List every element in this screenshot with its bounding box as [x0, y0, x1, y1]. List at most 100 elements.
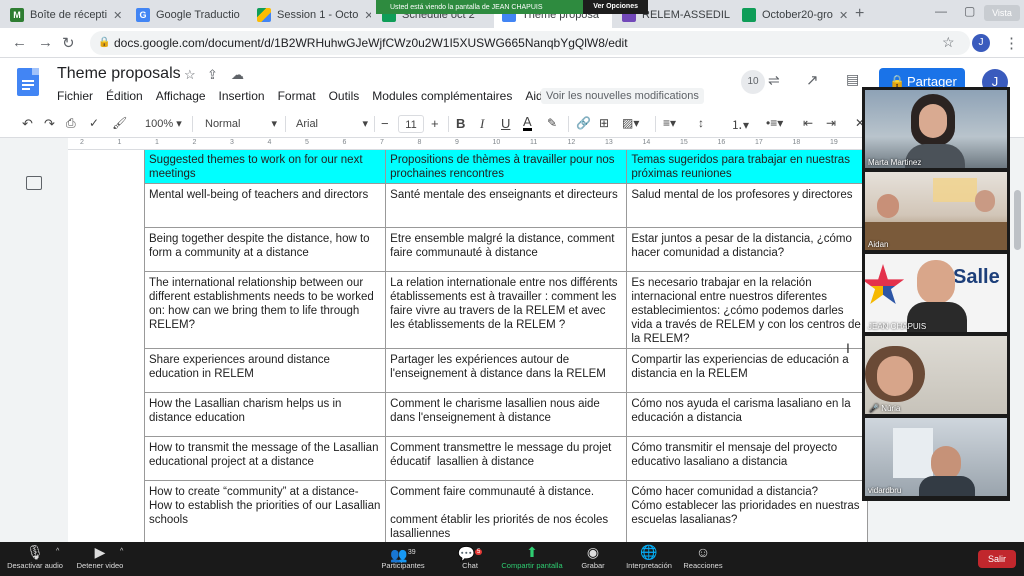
- url-field[interactable]: 🔒 docs.google.com/document/d/1B2WRHuhwGJ…: [90, 31, 970, 55]
- bulleted-list-icon[interactable]: •≡▾: [766, 116, 783, 130]
- back-arrow-icon[interactable]: ←: [12, 34, 27, 51]
- leave-meeting-button[interactable]: Salir: [978, 550, 1016, 568]
- menu-view[interactable]: Affichage: [156, 89, 206, 103]
- paint-format-icon[interactable]: 🖌: [112, 116, 127, 130]
- underline-icon[interactable]: U: [501, 116, 510, 131]
- font-select[interactable]: Arial ▾: [296, 115, 368, 133]
- menu-file[interactable]: Fichier: [57, 89, 93, 103]
- star-icon[interactable]: ☆: [184, 67, 196, 83]
- spellcheck-icon[interactable]: ✓: [89, 116, 99, 130]
- interpretation-button[interactable]: 🌐 Interpretación: [622, 544, 676, 570]
- participant-video-tile[interactable]: Marta Martinez: [865, 90, 1007, 168]
- table-cell[interactable]: Salud mental de los profesores y directo…: [626, 183, 868, 228]
- table-cell[interactable]: Cómo nos ayuda el carisma lasaliano en l…: [626, 392, 868, 437]
- move-folder-icon[interactable]: ⇪: [207, 67, 218, 83]
- insert-link-icon[interactable]: 🔗: [576, 116, 591, 130]
- close-tab-icon[interactable]: ✕: [364, 9, 371, 22]
- table-cell[interactable]: Share experiences around distance educat…: [143, 348, 387, 393]
- browser-tab[interactable]: G Google Traductio ✕: [128, 2, 246, 28]
- numbered-list-icon[interactable]: ⒈▾: [731, 116, 749, 133]
- menu-edit[interactable]: Édition: [106, 89, 143, 103]
- table-cell[interactable]: Estar juntos a pesar de la distancia, ¿c…: [626, 227, 868, 272]
- decrease-font-size-icon[interactable]: −: [381, 116, 389, 131]
- participant-video-tile[interactable]: Salle JEAN CHAPUIS: [865, 254, 1007, 332]
- close-tab-icon[interactable]: ✕: [839, 9, 848, 22]
- document-title[interactable]: Theme proposals: [57, 65, 181, 83]
- menu-format[interactable]: Format: [278, 89, 316, 103]
- menu-tools[interactable]: Outils: [329, 89, 360, 103]
- menu-insert[interactable]: Insertion: [219, 89, 265, 103]
- profile-avatar[interactable]: J: [972, 34, 990, 52]
- activity-trend-icon[interactable]: ↗: [806, 71, 819, 89]
- undo-icon[interactable]: ↶: [22, 116, 33, 132]
- docs-logo-icon[interactable]: [17, 68, 39, 96]
- insert-image-icon[interactable]: ▨▾: [622, 116, 639, 130]
- menu-addons[interactable]: Modules complémentaires: [372, 89, 512, 103]
- table-cell[interactable]: Comment le charisme lasallien nous aide …: [385, 392, 628, 437]
- bookmark-star-icon[interactable]: ☆: [942, 34, 955, 51]
- text-color-icon[interactable]: A: [523, 115, 532, 131]
- chevron-up-icon[interactable]: ^: [120, 548, 123, 555]
- table-cell[interactable]: Santé mentale des enseignants et directe…: [385, 183, 628, 228]
- table-cell[interactable]: Propositions de thèmes à travailler pour…: [385, 150, 628, 184]
- chevron-up-icon[interactable]: ^: [56, 548, 59, 555]
- participants-button[interactable]: 👥39 Participantes: [378, 544, 428, 570]
- style-select[interactable]: Normal ▾: [205, 115, 277, 133]
- participant-video-tile[interactable]: 🎤 Núria: [865, 336, 1007, 414]
- close-tab-icon[interactable]: ✕: [113, 9, 122, 22]
- share-screen-button[interactable]: ⬆ Compartir pantalla: [496, 544, 568, 570]
- viewers-count[interactable]: 10: [741, 70, 765, 94]
- minimize-icon[interactable]: —: [935, 4, 947, 18]
- increase-indent-icon[interactable]: ⇥: [826, 116, 836, 130]
- font-size-input[interactable]: 11: [398, 115, 424, 133]
- reload-icon[interactable]: ↻: [62, 34, 75, 52]
- participant-video-tile[interactable]: Aidan: [865, 172, 1007, 250]
- table-cell[interactable]: Cómo hacer comunidad a distancia? Cómo e…: [626, 480, 868, 542]
- participant-video-tile[interactable]: vidardbru: [865, 418, 1007, 496]
- document-outline-icon[interactable]: [26, 176, 42, 190]
- table-cell[interactable]: How the Lasallian charism helps us in di…: [143, 392, 387, 437]
- new-tab-icon[interactable]: +: [855, 5, 864, 23]
- browser-tab[interactable]: October20-gro ✕: [734, 2, 852, 28]
- ruler[interactable]: 211234567891011121314151617181920: [68, 138, 875, 150]
- table-cell[interactable]: Comment transmettre le message du projet…: [385, 436, 628, 481]
- maximize-icon[interactable]: ▢: [964, 4, 975, 18]
- table-cell[interactable]: La relation internationale entre nos dif…: [385, 271, 628, 349]
- table-cell[interactable]: Comment faire communauté à distance. com…: [385, 480, 628, 542]
- redo-icon[interactable]: ↷: [44, 116, 55, 132]
- browser-tab[interactable]: Session 1 - Octo ✕: [249, 2, 371, 28]
- zoom-select[interactable]: 100% ▾: [145, 115, 182, 133]
- scrollbar-thumb[interactable]: [1014, 190, 1021, 250]
- align-left-icon[interactable]: ≡▾: [663, 116, 676, 130]
- table-cell[interactable]: Es necesario trabajar en la relación int…: [626, 271, 868, 349]
- see-new-changes-link[interactable]: Voir les nouvelles modifications: [541, 88, 704, 104]
- insert-comment-icon[interactable]: ⊞: [599, 116, 609, 130]
- table-cell[interactable]: How to transmit the message of the Lasal…: [143, 436, 387, 481]
- bold-icon[interactable]: B: [456, 116, 465, 131]
- vertical-scrollbar[interactable]: [1011, 150, 1024, 542]
- line-spacing-icon[interactable]: ↕: [698, 116, 704, 130]
- browser-tab[interactable]: M Boîte de récepti ✕: [2, 2, 124, 28]
- reactions-button[interactable]: ☺ Reacciones: [682, 544, 724, 570]
- chat-button[interactable]: 💬 5 Chat: [450, 544, 490, 570]
- table-cell[interactable]: Temas sugeridos para trabajar en nuestra…: [626, 150, 868, 184]
- print-icon[interactable]: ⎙: [66, 116, 76, 131]
- italic-icon[interactable]: I: [480, 116, 484, 132]
- comments-icon[interactable]: ▤: [846, 71, 859, 88]
- decrease-indent-icon[interactable]: ⇤: [803, 116, 813, 130]
- highlight-color-icon[interactable]: ✎: [547, 116, 557, 130]
- view-options-badge[interactable]: Vista: [984, 5, 1020, 21]
- table-cell[interactable]: Being together despite the distance, how…: [143, 227, 387, 272]
- table-cell[interactable]: Suggested themes to work on for our next…: [143, 150, 387, 184]
- table-cell[interactable]: Compartir las experiencias de educación …: [626, 348, 868, 393]
- record-button[interactable]: ◉ Grabar: [578, 544, 608, 570]
- table-cell[interactable]: The international relationship between o…: [143, 271, 387, 349]
- document-page[interactable]: Suggested themes to work on for our next…: [68, 150, 868, 542]
- forward-arrow-icon[interactable]: →: [38, 34, 53, 51]
- menu-kebab-icon[interactable]: ⋮: [1004, 34, 1019, 52]
- table-cell[interactable]: Cómo transmitir el mensaje del proyecto …: [626, 436, 868, 481]
- table-cell[interactable]: Mental well-being of teachers and direct…: [143, 183, 387, 228]
- view-options-button[interactable]: Ver Opciones: [583, 0, 648, 14]
- increase-font-size-icon[interactable]: +: [431, 116, 439, 131]
- table-cell[interactable]: Etre ensemble malgré la distance, commen…: [385, 227, 628, 272]
